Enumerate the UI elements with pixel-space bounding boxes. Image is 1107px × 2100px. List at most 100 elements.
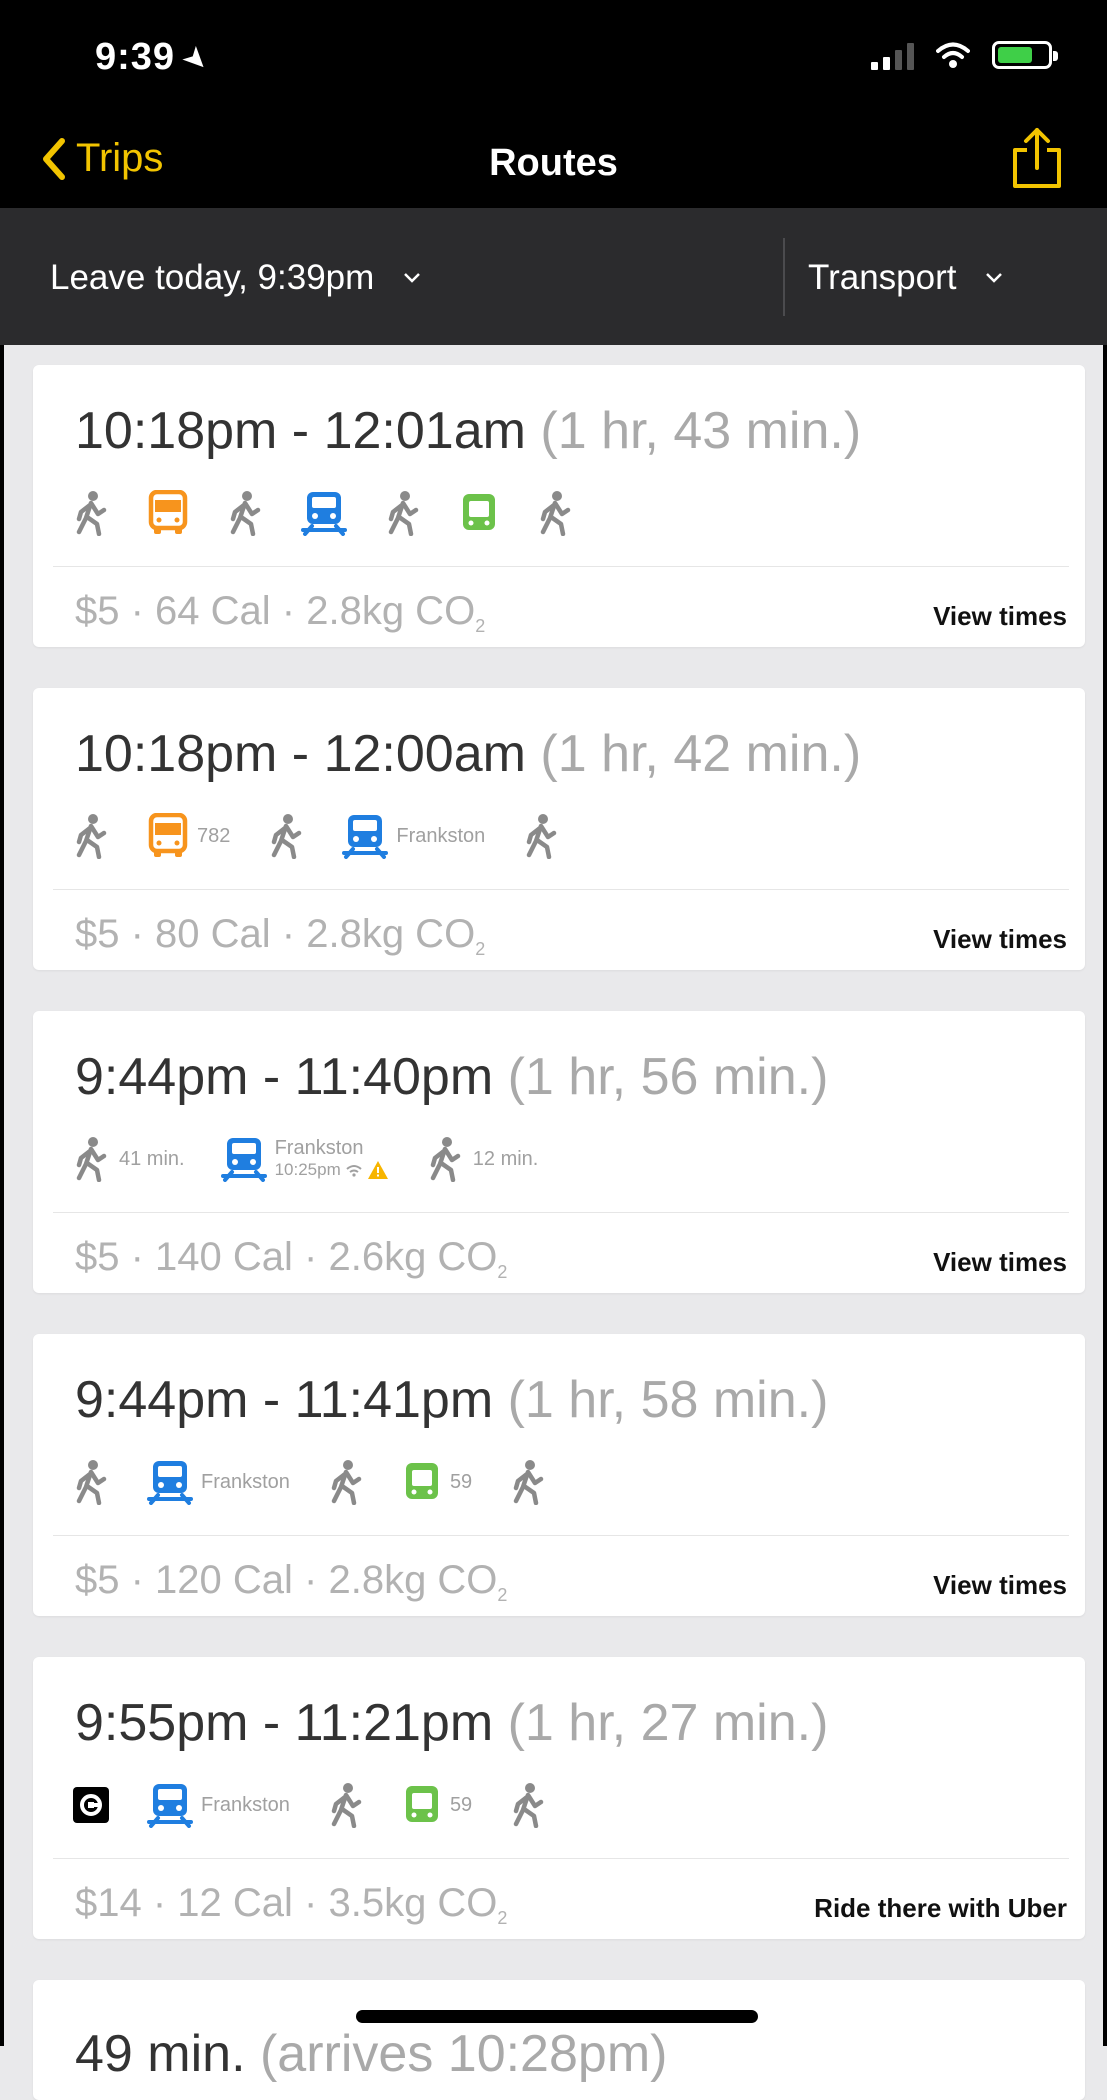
leg-train: Frankston	[147, 1459, 290, 1505]
leg-walk: 12 min.	[425, 1136, 539, 1182]
leg-tram	[459, 490, 499, 536]
route-time: 10:18pm - 12:00am (1 hr, 42 min.)	[75, 725, 862, 783]
route-action-button[interactable]: View times	[933, 1247, 1067, 1278]
train-icon	[220, 1136, 267, 1182]
battery-charging-icon	[992, 41, 1058, 69]
route-card[interactable]: 10:18pm - 12:01am (1 hr, 43 min.) $5 · 6…	[33, 365, 1085, 647]
chevron-down-icon	[986, 273, 1003, 283]
divider	[53, 566, 1069, 567]
leg-label: Frankston	[201, 1794, 290, 1816]
route-time: 9:44pm - 11:41pm (1 hr, 58 min.)	[75, 1371, 829, 1429]
walk-icon	[508, 1782, 548, 1828]
leg-tram: 59	[402, 1459, 472, 1505]
route-stats: $14 · 12 Cal · 3.5kg CO2	[75, 1881, 508, 1928]
walk-icon	[326, 1459, 366, 1505]
route-action-button[interactable]: View times	[933, 601, 1067, 632]
tram-icon	[459, 490, 499, 536]
walk-icon	[266, 813, 306, 859]
route-duration: (arrives 10:28pm)	[245, 2025, 668, 2083]
leg-walk	[383, 490, 423, 536]
walk-icon	[383, 490, 423, 536]
warning-icon	[367, 1161, 388, 1179]
walk-icon	[71, 1459, 111, 1505]
route-action-button[interactable]: View times	[933, 1570, 1067, 1601]
route-card[interactable]: 9:55pm - 11:21pm (1 hr, 27 min.) Frankst…	[33, 1657, 1085, 1939]
route-action-button[interactable]: Ride there with Uber	[814, 1893, 1067, 1924]
walk-icon	[71, 813, 111, 859]
leg-walk	[266, 813, 306, 859]
wifi-icon	[936, 42, 970, 68]
route-card[interactable]: 49 min. (arrives 10:28pm)	[33, 1980, 1085, 2100]
leg-label: 41 min.	[119, 1148, 185, 1170]
home-indicator	[356, 2010, 758, 2023]
bus-icon	[147, 490, 189, 536]
divider	[53, 1212, 1069, 1213]
leg-label: 12 min.	[472, 1148, 539, 1170]
route-legs: Frankston 59	[71, 1452, 584, 1512]
realtime-icon	[346, 1165, 362, 1177]
tram-icon	[402, 1782, 442, 1828]
route-duration: (1 hr, 58 min.)	[493, 1371, 829, 1429]
route-card[interactable]: 10:18pm - 12:00am (1 hr, 42 min.) 782 Fra…	[33, 688, 1085, 970]
leg-label: 59	[449, 1794, 473, 1816]
route-legs: Frankston 59	[71, 1775, 584, 1835]
leg-walk	[521, 813, 561, 859]
tram-icon	[402, 1459, 442, 1505]
leg-train: Frankston	[342, 813, 485, 859]
route-stats: $5 · 140 Cal · 2.6kg CO2	[75, 1235, 508, 1282]
leg-label: 59	[449, 1471, 473, 1493]
train-icon	[147, 1459, 193, 1505]
share-icon[interactable]	[1009, 126, 1065, 190]
route-time: 9:44pm - 11:40pm (1 hr, 56 min.)	[75, 1048, 829, 1106]
route-time: 9:55pm - 11:21pm (1 hr, 27 min.)	[75, 1694, 829, 1752]
leg-bus: 782	[147, 813, 230, 859]
bus-icon	[147, 813, 189, 859]
leg-label: 782	[197, 825, 231, 847]
transport-mode-label: Transport	[808, 258, 957, 297]
route-duration: (1 hr, 27 min.)	[493, 1694, 829, 1752]
leg-label: Frankston	[201, 1471, 290, 1493]
leg-train: Frankston 10:25pm	[220, 1136, 389, 1182]
train-icon	[147, 1782, 193, 1828]
walk-icon	[326, 1782, 366, 1828]
leg-uber	[71, 1785, 111, 1825]
walk-icon	[535, 490, 575, 536]
leg-train	[301, 490, 347, 536]
route-legs: 782 Frankston	[71, 806, 597, 866]
transport-mode-dropdown[interactable]: Transport	[808, 258, 1004, 298]
leg-walk	[326, 1782, 366, 1828]
leave-time-label: Leave today, 9:39pm	[50, 258, 375, 297]
walk-icon	[425, 1136, 465, 1182]
route-card[interactable]: 9:44pm - 11:40pm (1 hr, 56 min.) 41 min.…	[33, 1011, 1085, 1293]
uber-icon	[71, 1785, 111, 1825]
route-card[interactable]: 9:44pm - 11:41pm (1 hr, 58 min.) Frankst…	[33, 1334, 1085, 1616]
status-bar: 9:39➤	[0, 0, 1107, 118]
route-time: 10:18pm - 12:01am (1 hr, 43 min.)	[75, 402, 862, 460]
divider	[53, 1858, 1069, 1859]
leg-bus	[147, 490, 189, 536]
leave-time-dropdown[interactable]: Leave today, 9:39pm	[50, 258, 422, 298]
train-icon	[301, 490, 347, 536]
leg-walk: 41 min.	[71, 1136, 185, 1182]
status-time: 9:39➤	[95, 36, 218, 81]
walk-icon	[71, 490, 111, 536]
walk-icon	[225, 490, 265, 536]
leg-walk	[225, 490, 265, 536]
train-icon	[342, 813, 389, 859]
nav-bar: Trips Routes	[0, 118, 1107, 208]
cellular-signal-icon	[871, 40, 914, 70]
walk-icon	[71, 1136, 111, 1182]
route-action-button[interactable]: View times	[933, 924, 1067, 955]
route-list: 10:18pm - 12:01am (1 hr, 43 min.) $5 · 6…	[33, 365, 1085, 2100]
route-duration: (1 hr, 43 min.)	[525, 402, 862, 460]
leg-walk	[508, 1782, 548, 1828]
status-icons	[871, 40, 1058, 70]
leg-tram: 59	[402, 1782, 472, 1828]
leg-walk	[535, 490, 575, 536]
route-duration: (1 hr, 56 min.)	[493, 1048, 829, 1106]
location-arrow-icon: ➤	[175, 38, 218, 81]
leg-walk	[508, 1459, 548, 1505]
route-duration: (1 hr, 42 min.)	[525, 725, 862, 783]
chevron-down-icon	[404, 273, 421, 283]
divider	[53, 1535, 1069, 1536]
